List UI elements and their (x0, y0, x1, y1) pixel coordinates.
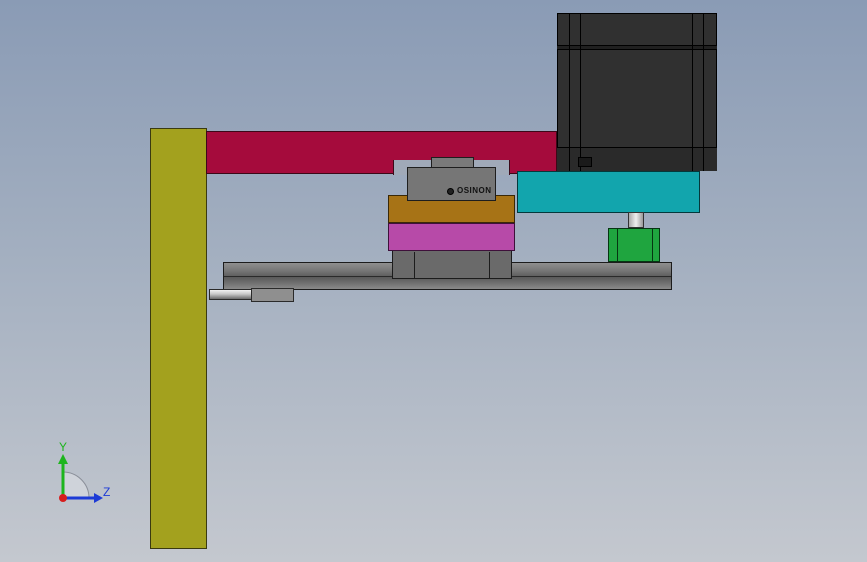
carriage-logo-dot (447, 188, 454, 195)
shaft[interactable] (209, 289, 254, 300)
y-axis-label: Y (59, 440, 68, 454)
carriage-brand-label: OSINON (457, 186, 492, 195)
x-axis-origin (59, 494, 67, 502)
y-axis-head (58, 454, 68, 464)
motor-screw (578, 157, 592, 167)
z-axis-label: Z (103, 485, 111, 499)
triad-arc (62, 471, 90, 499)
z-axis-head (94, 493, 103, 503)
coupler-groove-right (652, 229, 653, 261)
upright-plate[interactable] (150, 128, 207, 549)
purple-spacer-block[interactable] (388, 223, 515, 251)
orientation-triad: Y Z (52, 440, 116, 508)
motor-mount[interactable] (517, 171, 700, 213)
rail-slider-detail (414, 252, 490, 278)
carriage-block[interactable] (407, 167, 496, 201)
motor-edge-left (569, 13, 581, 171)
motor-shaft[interactable] (628, 212, 644, 228)
motor-edge-right (692, 13, 704, 171)
coupler-groove-left (617, 229, 618, 261)
shaft-sleeve[interactable] (251, 288, 294, 302)
